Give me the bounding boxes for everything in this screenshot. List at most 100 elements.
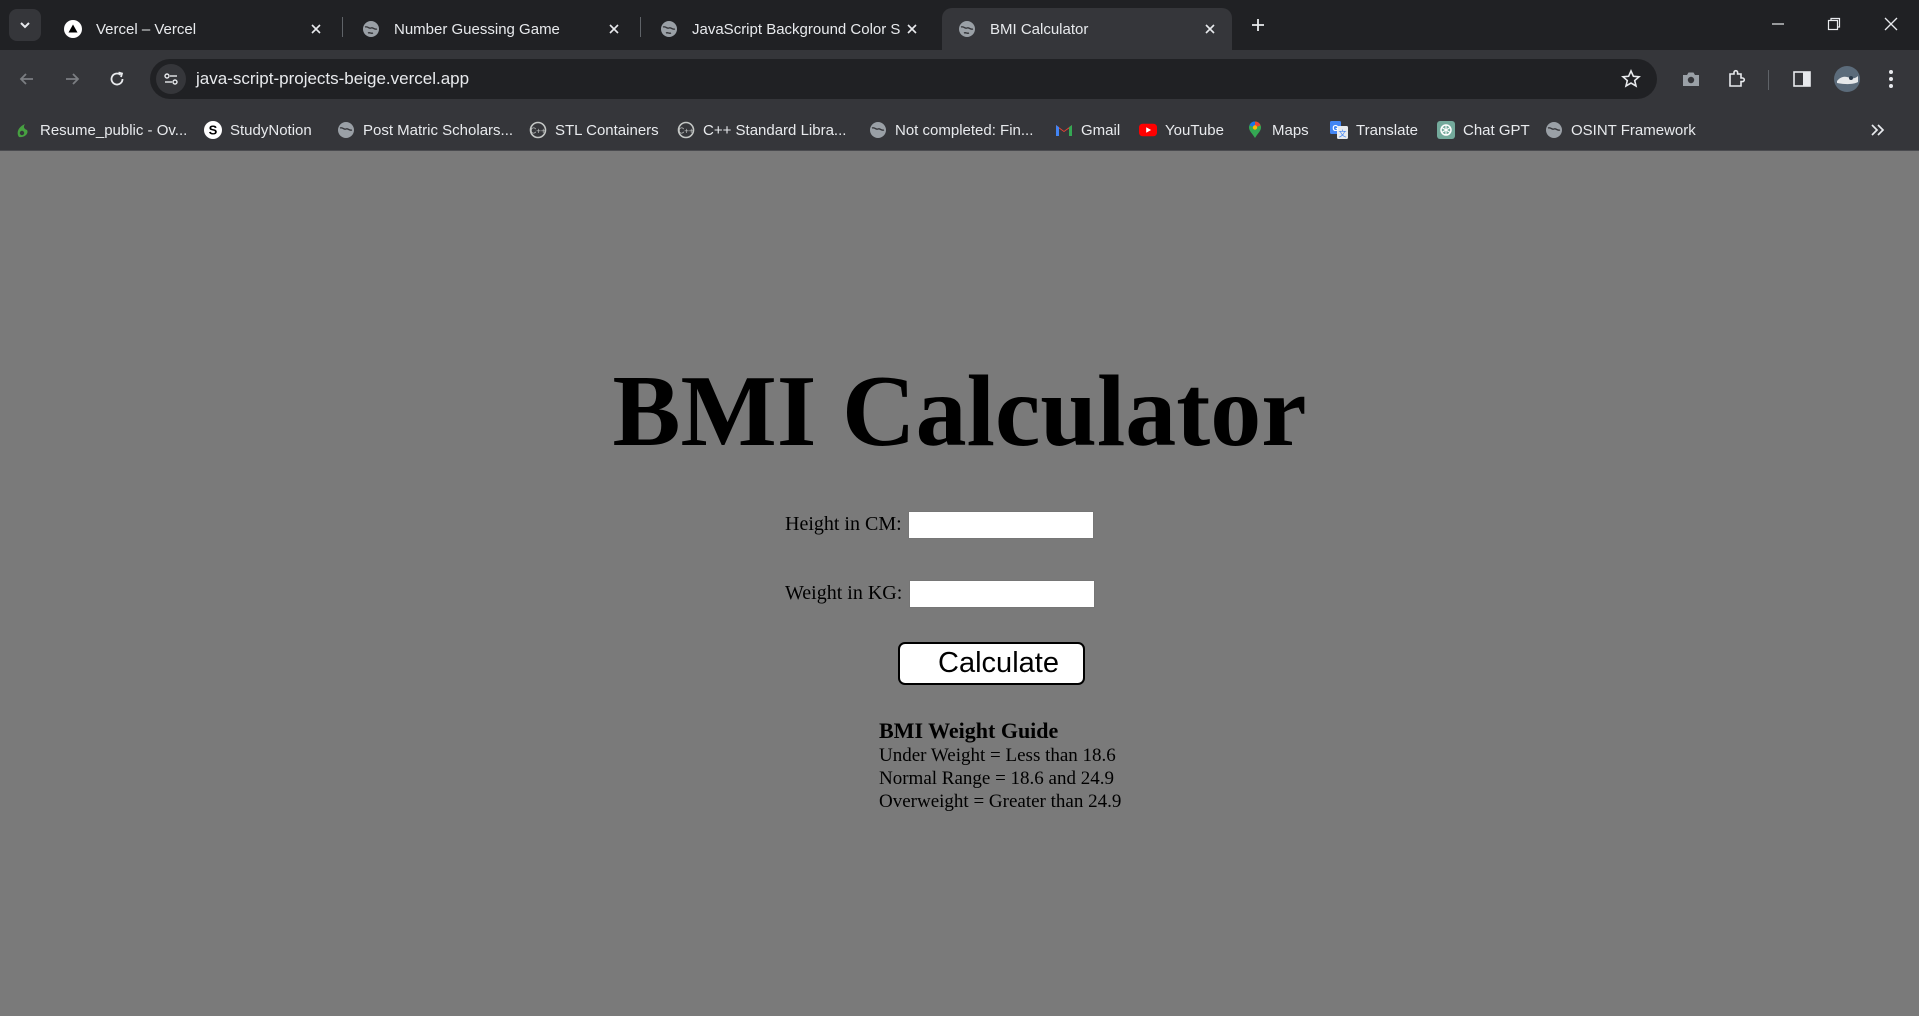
studynotion-icon: S xyxy=(204,121,222,139)
close-icon[interactable] xyxy=(1198,17,1222,41)
minimize-button[interactable] xyxy=(1758,8,1798,40)
svg-text:文: 文 xyxy=(1339,129,1347,139)
gmail-icon xyxy=(1055,121,1073,139)
guide-line: Overweight = Greater than 24.9 xyxy=(879,791,1122,812)
back-button[interactable] xyxy=(11,63,43,95)
svg-text:S: S xyxy=(209,123,218,138)
bookmark-label: YouTube xyxy=(1165,121,1224,139)
tab-bmi-calculator[interactable]: BMI Calculator xyxy=(942,8,1232,50)
bookmark-not-completed[interactable]: Not completed: Fin... xyxy=(869,119,1033,141)
tab-vercel[interactable]: Vercel – Vercel xyxy=(48,8,338,50)
close-icon[interactable] xyxy=(304,17,328,41)
chevron-down-icon xyxy=(20,22,30,29)
star-icon xyxy=(1621,69,1641,88)
double-chevron-right-icon xyxy=(1871,124,1885,136)
minimize-icon xyxy=(1772,23,1784,25)
bookmark-studynotion[interactable]: S StudyNotion xyxy=(204,119,312,141)
weight-input[interactable] xyxy=(909,580,1095,608)
chatgpt-icon xyxy=(1437,121,1455,139)
vercel-icon xyxy=(64,20,82,38)
globe-icon xyxy=(958,20,976,38)
more-vertical-icon xyxy=(1889,70,1893,88)
height-input[interactable] xyxy=(908,511,1094,539)
guide-title: BMI Weight Guide xyxy=(879,718,1059,743)
bookmark-label: C++ Standard Libra... xyxy=(703,121,847,139)
tab-background-color[interactable]: JavaScript Background Color Sw xyxy=(644,8,934,50)
bookmark-stl-containers[interactable]: C++ STL Containers xyxy=(529,119,659,141)
close-icon xyxy=(1884,17,1898,31)
translate-icon: G文 xyxy=(1330,121,1348,139)
address-bar[interactable]: java-script-projects-beige.vercel.app xyxy=(150,59,1657,99)
tune-icon xyxy=(164,73,178,85)
bookmark-label: Chat GPT xyxy=(1463,121,1530,139)
svg-text:C++: C++ xyxy=(678,127,693,136)
bookmarks-bar: Resume_public - Ov... S StudyNotion Post… xyxy=(0,108,1919,151)
bookmark-label: STL Containers xyxy=(555,121,659,139)
tab-title: Vercel – Vercel xyxy=(96,20,197,38)
more-bookmarks-button[interactable] xyxy=(1867,119,1889,141)
overleaf-icon xyxy=(14,121,32,139)
camera-icon xyxy=(1683,72,1699,86)
screenshot-button[interactable] xyxy=(1676,64,1706,94)
bookmark-chatgpt[interactable]: Chat GPT xyxy=(1437,119,1530,141)
weight-label: Weight in KG: xyxy=(785,582,903,604)
tab-search-button[interactable] xyxy=(9,9,41,41)
bookmark-label: Resume_public - Ov... xyxy=(40,121,188,139)
bmi-weight-guide: BMI Weight Guide Under Weight = Less tha… xyxy=(879,717,1121,813)
bookmark-label: StudyNotion xyxy=(230,121,312,139)
page-content: BMI Calculator Height in CM: Weight in K… xyxy=(0,151,1919,1016)
bookmark-star-button[interactable] xyxy=(1619,67,1643,91)
height-label: Height in CM: xyxy=(785,513,902,535)
profile-button[interactable] xyxy=(1832,64,1862,94)
menu-button[interactable] xyxy=(1876,64,1906,94)
arrow-right-icon xyxy=(66,73,80,85)
bookmark-resume[interactable]: Resume_public - Ov... xyxy=(14,119,187,141)
side-panel-button[interactable] xyxy=(1787,64,1817,94)
browser-toolbar: java-script-projects-beige.vercel.app xyxy=(0,50,1919,108)
tab-title: BMI Calculator xyxy=(990,20,1089,38)
bookmark-label: Translate xyxy=(1356,121,1418,139)
restore-button[interactable] xyxy=(1814,8,1854,40)
tab-separator xyxy=(640,17,641,37)
restore-icon xyxy=(1827,17,1841,31)
cplusplus-icon: C++ xyxy=(529,121,547,139)
forward-button[interactable] xyxy=(56,63,88,95)
tab-strip: Vercel – Vercel Number Guessing Game Jav… xyxy=(0,0,1919,50)
bookmark-maps[interactable]: Maps xyxy=(1246,119,1309,141)
bookmark-label: Maps xyxy=(1272,121,1309,139)
close-window-button[interactable] xyxy=(1871,8,1911,40)
bookmark-osint-framework[interactable]: OSINT Framework xyxy=(1545,119,1696,141)
bookmark-youtube[interactable]: YouTube xyxy=(1139,119,1224,141)
extensions-button[interactable] xyxy=(1721,64,1751,94)
maps-icon xyxy=(1246,121,1264,139)
new-tab-button[interactable] xyxy=(1243,10,1273,40)
tab-title: Number Guessing Game xyxy=(394,20,560,38)
bookmark-gmail[interactable]: Gmail xyxy=(1055,119,1120,141)
toolbar-divider xyxy=(1768,70,1769,90)
site-info-button[interactable] xyxy=(156,64,186,94)
guide-line: Under Weight = Less than 18.6 xyxy=(879,745,1116,766)
bookmark-label: Post Matric Scholars... xyxy=(363,121,514,139)
arrow-left-icon xyxy=(19,73,33,85)
bookmark-post-matric[interactable]: Post Matric Scholars... xyxy=(337,119,513,141)
cplusplus-icon: C++ xyxy=(677,121,695,139)
reload-button[interactable] xyxy=(101,63,133,95)
close-icon[interactable] xyxy=(602,17,626,41)
url-text[interactable]: java-script-projects-beige.vercel.app xyxy=(196,69,469,89)
globe-icon xyxy=(869,121,887,139)
close-icon[interactable] xyxy=(900,17,924,41)
avatar xyxy=(1834,66,1860,92)
globe-icon xyxy=(1545,121,1563,139)
bookmark-translate[interactable]: G文 Translate xyxy=(1330,119,1418,141)
bookmark-label: OSINT Framework xyxy=(1571,121,1696,139)
bookmark-label: Gmail xyxy=(1081,121,1121,139)
tab-number-guessing[interactable]: Number Guessing Game xyxy=(346,8,636,50)
calculate-button[interactable]: Calculate xyxy=(898,642,1085,685)
globe-icon xyxy=(660,20,678,38)
bookmark-cpp-standard-library[interactable]: C++ C++ Standard Libra... xyxy=(677,119,846,141)
globe-icon xyxy=(362,20,380,38)
page-title: BMI Calculator xyxy=(612,355,1307,468)
tab-title: JavaScript Background Color Sw xyxy=(692,20,900,38)
guide-line: Normal Range = 18.6 and 24.9 xyxy=(879,768,1114,789)
plus-icon xyxy=(1252,19,1264,31)
